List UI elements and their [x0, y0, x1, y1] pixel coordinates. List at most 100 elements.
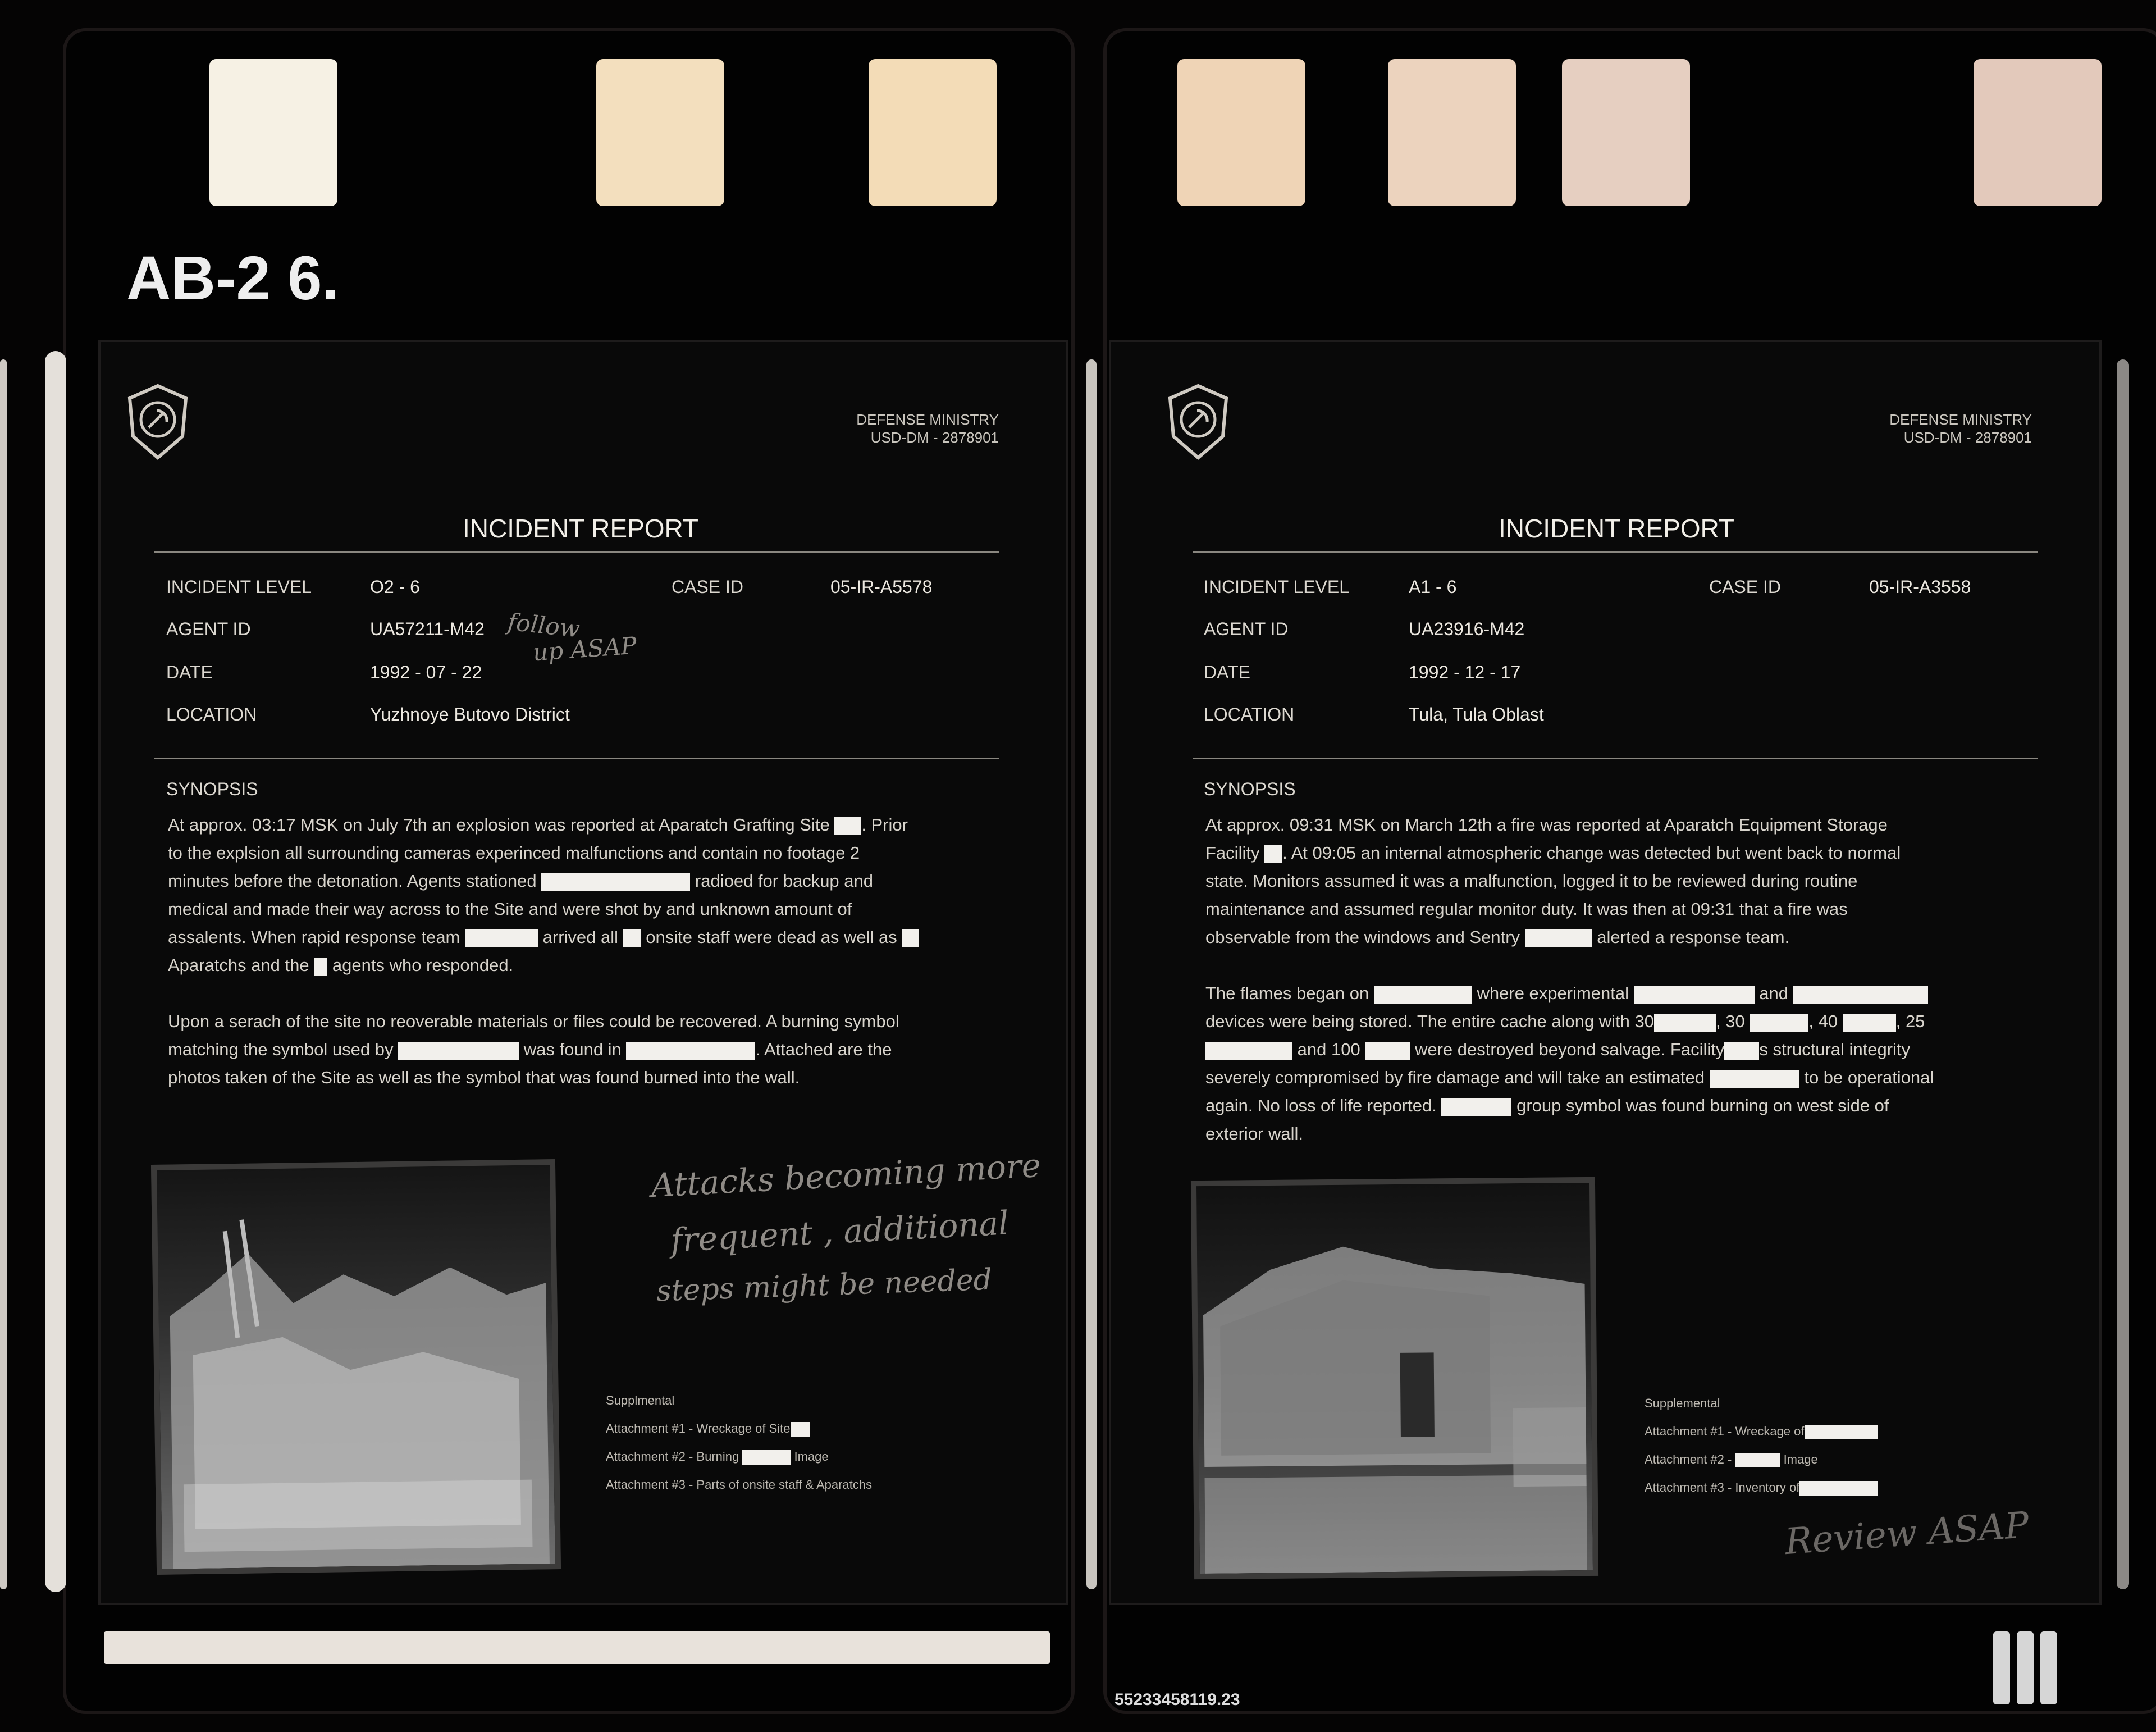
- redaction-block: [1524, 929, 1592, 947]
- incident-level-label: INCIDENT LEVEL: [1204, 577, 1350, 597]
- synopsis-text: to be operational: [1804, 1068, 1934, 1087]
- redaction-block: [1654, 1013, 1716, 1032]
- synopsis-text: The flames began on: [1205, 983, 1369, 1003]
- handwritten-note: frequent , additional: [669, 1204, 1010, 1260]
- location-value: Yuzhnoye Butovo District: [370, 704, 570, 724]
- redaction-block: [465, 929, 538, 947]
- redaction-block: [1633, 985, 1755, 1004]
- handwritten-note: Attacks becoming more: [650, 1146, 1042, 1205]
- film-edge-strip: [2117, 359, 2129, 1589]
- roll-label: AB-2 6.: [126, 244, 339, 313]
- synopsis-text: . Attached are the: [755, 1040, 892, 1059]
- redaction-block: [1365, 1041, 1410, 1060]
- redaction-block: [1735, 1453, 1780, 1468]
- case-id-label: CASE ID: [672, 577, 744, 597]
- synopsis-text: matching the symbol used by: [168, 1040, 394, 1059]
- agent-id-label: AGENT ID: [166, 619, 251, 639]
- supplemental-list: Supplemental Attachment #1 - Wreckage of…: [1645, 1389, 1879, 1502]
- divider: [154, 551, 999, 553]
- redaction-block: [1804, 1425, 1878, 1440]
- location-label: LOCATION: [1204, 704, 1295, 724]
- synopsis-paragraph-2: The flames began on where experimental a…: [1205, 979, 2081, 1148]
- redaction-block: [314, 957, 328, 976]
- handwritten-note: Review ASAP: [1783, 1504, 2031, 1564]
- sprocket-hole: [1177, 59, 1305, 206]
- ministry-name: DEFENSE MINISTRY: [856, 411, 999, 428]
- synopsis-paragraph-2: Upon a serach of the site no reoverable …: [168, 1008, 1033, 1092]
- redaction-block: [1793, 985, 1928, 1004]
- synopsis-text: was found in: [523, 1040, 622, 1059]
- redaction-block: [1750, 1013, 1809, 1032]
- divider: [154, 758, 999, 759]
- supplemental-list: Supplmental Attachment #1 - Wreckage of …: [606, 1387, 872, 1499]
- sprocket-hole: [1974, 59, 2102, 206]
- synopsis-text: arrived all: [542, 927, 619, 947]
- synopsis-text: agents who responded.: [332, 955, 514, 975]
- sprocket-hole: [1562, 59, 1690, 206]
- attachment-photo: [1190, 1177, 1599, 1580]
- synopsis-text: maintenance and assumed regular monitor …: [1205, 899, 1848, 919]
- synopsis-text: , 25: [1895, 1011, 1925, 1031]
- film-edge-bottom: [104, 1631, 1050, 1664]
- redaction-block: [541, 873, 691, 891]
- divider: [1193, 758, 2038, 759]
- synopsis-text: At approx. 03:17 MSK on July 7th an expl…: [168, 815, 830, 835]
- agent-id-label: AGENT ID: [1204, 619, 1289, 639]
- date-value: 1992 - 07 - 22: [370, 662, 482, 682]
- sprocket-hole: [596, 59, 724, 206]
- film-frame-id: 55233458119.23: [1114, 1690, 1240, 1709]
- film-marker-bars: [1993, 1631, 2064, 1707]
- synopsis-text: , 40: [1808, 1011, 1838, 1031]
- synopsis-text: exterior wall.: [1205, 1124, 1303, 1143]
- attachment-2-suffix: Image: [794, 1450, 829, 1464]
- synopsis-text: , 30: [1716, 1011, 1745, 1031]
- redaction-block: [902, 929, 919, 947]
- ministry-code: USD-DM - 2878901: [870, 429, 999, 446]
- synopsis-text: assalents. When rapid response team: [168, 927, 460, 947]
- wreckage-image: [157, 1165, 555, 1569]
- redaction-block: [398, 1041, 519, 1060]
- synopsis-text: . Prior: [861, 815, 908, 835]
- burned-building-image: [1196, 1182, 1593, 1574]
- synopsis-label: SYNOPSIS: [166, 779, 258, 799]
- case-id-label: CASE ID: [1709, 577, 1782, 597]
- date-label: DATE: [166, 662, 213, 682]
- ministry-code: USD-DM - 2878901: [1903, 429, 2032, 446]
- attachment-2: Attachment #2 -: [1645, 1452, 1732, 1466]
- synopsis-text: Aparatchs and the: [168, 955, 309, 975]
- synopsis-text: Upon a serach of the site no reoverable …: [168, 1011, 899, 1031]
- redaction-block: [790, 1422, 810, 1437]
- synopsis-label: SYNOPSIS: [1204, 779, 1296, 799]
- redaction-block: [626, 1041, 756, 1060]
- synopsis-text: minutes before the detonation. Agents st…: [168, 871, 537, 891]
- synopsis-text: radioed for backup and: [695, 871, 874, 891]
- redaction-block: [1205, 1041, 1292, 1060]
- sprocket-hole: [1388, 59, 1516, 206]
- synopsis-paragraph-1: At approx. 03:17 MSK on July 7th an expl…: [168, 811, 1021, 979]
- synopsis-text: photos taken of the Site as well as the …: [168, 1068, 800, 1087]
- attachment-photo: [150, 1159, 561, 1575]
- synopsis-text: group symbol was found burning on west s…: [1516, 1096, 1889, 1115]
- incident-report-left: DEFENSE MINISTRY USD-DM - 2878901 INCIDE…: [98, 340, 1068, 1605]
- date-value: 1992 - 12 - 17: [1409, 662, 1521, 682]
- synopsis-text: s structural integrity: [1759, 1040, 1911, 1059]
- report-title: INCIDENT REPORT: [1499, 514, 1735, 543]
- divider: [1193, 551, 2038, 553]
- synopsis-text: were destroyed beyond salvage. Facility: [1414, 1040, 1725, 1059]
- incident-level-value: A1 - 6: [1409, 577, 1457, 597]
- synopsis-text: Facility: [1205, 843, 1260, 863]
- location-value: Tula, Tula Oblast: [1409, 704, 1544, 724]
- attachment-3: Attachment #3 - Inventory of: [1645, 1480, 1800, 1494]
- synopsis-text: again. No loss of life reported.: [1205, 1096, 1437, 1115]
- attachment-1: Attachment #1 - Wreckage of: [1645, 1424, 1805, 1438]
- report-title: INCIDENT REPORT: [463, 514, 699, 543]
- supplemental-heading: Supplemental: [1645, 1396, 1720, 1410]
- incident-level-value: O2 - 6: [370, 577, 420, 597]
- synopsis-text: . At 09:05 an internal atmospheric chang…: [1282, 843, 1901, 863]
- synopsis-text: to the explsion all surrounding cameras …: [168, 843, 860, 863]
- redaction-block: [1441, 1097, 1512, 1116]
- handwritten-note: steps might be needed: [656, 1262, 993, 1309]
- redaction-block: [1709, 1069, 1799, 1088]
- redaction-block: [834, 817, 862, 835]
- synopsis-text: medical and made their way across to the…: [168, 899, 852, 919]
